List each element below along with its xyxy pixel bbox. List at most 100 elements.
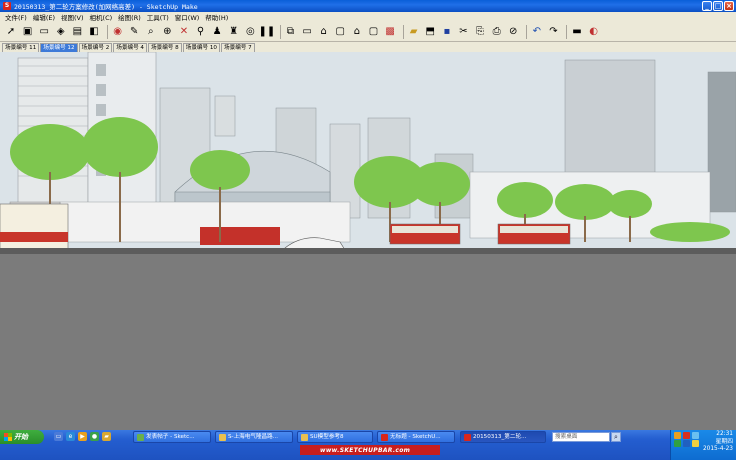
- menu-help[interactable]: 帮助(H): [202, 12, 231, 22]
- print-icon[interactable]: ▬: [570, 25, 584, 39]
- tab-scene-2[interactable]: 场景编号 2: [78, 43, 113, 52]
- watermark-text: www.SKETCHUPBAR.com: [320, 447, 411, 454]
- walk-icon[interactable]: ♜: [227, 25, 241, 39]
- maximize-button[interactable]: □: [713, 1, 723, 11]
- menu-window[interactable]: 窗口(W): [172, 12, 203, 22]
- network-icon[interactable]: [674, 432, 681, 439]
- save-icon[interactable]: ▪: [440, 25, 454, 39]
- rotate-icon[interactable]: ⌕: [144, 25, 158, 39]
- zoom-extents-icon[interactable]: ✕: [177, 25, 191, 39]
- clock-date: 2015-4-23: [702, 446, 733, 452]
- model-info-icon[interactable]: ◐: [587, 25, 601, 39]
- clock-time: 22:31: [716, 431, 733, 437]
- scene-tabs: 场景编号 11 场景编号 12 场景编号 2 场景编号 4 场景编号 8 场景编…: [0, 42, 736, 52]
- components-icon[interactable]: ⬒: [423, 25, 437, 39]
- left-view-icon[interactable]: ▢: [366, 25, 380, 39]
- windows-logo-icon: [4, 433, 12, 441]
- start-button[interactable]: 开始: [0, 430, 44, 444]
- tab-scene-12[interactable]: 场景编号 12: [40, 43, 78, 52]
- taskbar-item-active[interactable]: 20150313_第二轮...: [460, 431, 546, 443]
- tab-scene-4[interactable]: 场景编号 4: [113, 43, 147, 52]
- zoom-icon[interactable]: ⊕: [160, 25, 174, 39]
- paint-bucket-icon[interactable]: ◈: [54, 25, 68, 39]
- minimize-button[interactable]: _: [702, 1, 712, 11]
- start-label: 开始: [14, 433, 28, 441]
- redo-icon[interactable]: ↷: [546, 25, 560, 39]
- taskbar-item[interactable]: S-上海电气隆昌路...: [215, 431, 293, 443]
- toolbar-separator: [566, 24, 567, 39]
- system-tray: 22:31 星期四 2015-4-23: [670, 430, 736, 460]
- taskbar-item[interactable]: 无标题 - SketchU...: [377, 431, 455, 443]
- undo-icon[interactable]: ↶: [530, 25, 544, 39]
- desktop-search-input[interactable]: 搜索桌面: [552, 432, 610, 442]
- copy-icon[interactable]: ⎘: [473, 25, 487, 39]
- quick-launch: ▭ e ▶ ● ▰: [54, 432, 111, 441]
- toolbar-separator: [106, 24, 108, 39]
- sketchup-task-icon: [381, 433, 388, 441]
- eraser-icon[interactable]: ▭: [37, 25, 51, 39]
- show-desktop-icon[interactable]: ▭: [54, 432, 63, 441]
- menu-file[interactable]: 文件(F): [2, 12, 30, 22]
- menu-tools[interactable]: 工具(T): [144, 12, 172, 22]
- browser-task-icon: [137, 433, 144, 441]
- taskbar-item[interactable]: 发表帖子 - Sketc...: [133, 431, 211, 443]
- paste-icon[interactable]: ⎙: [490, 25, 504, 39]
- window-controls: _ □ ×: [702, 1, 734, 11]
- make-component-icon[interactable]: ▣: [21, 25, 35, 39]
- curb: [0, 248, 736, 254]
- tab-scene-7[interactable]: 场景编号 7: [221, 43, 255, 52]
- menu-edit[interactable]: 编辑(E): [30, 12, 58, 22]
- ie-icon[interactable]: e: [66, 432, 75, 441]
- search-icon[interactable]: ⌕: [611, 432, 621, 442]
- tab-scene-8[interactable]: 场景编号 8: [148, 43, 182, 52]
- toolbar-separator: [402, 24, 404, 39]
- clock[interactable]: 22:31 星期四 2015-4-23: [703, 431, 733, 454]
- push-pull-icon[interactable]: ◉: [111, 25, 125, 39]
- explorer-icon[interactable]: ▰: [102, 432, 111, 441]
- tab-scene-10[interactable]: 场景编号 10: [182, 43, 220, 52]
- cut-icon[interactable]: ✂: [456, 25, 470, 39]
- look-around-icon[interactable]: ◎: [243, 25, 257, 39]
- line-icon[interactable]: ▤: [70, 25, 84, 39]
- browser-icon[interactable]: ●: [90, 432, 99, 441]
- back-view-icon[interactable]: ⌂: [350, 25, 364, 39]
- arc-icon[interactable]: ◧: [87, 25, 101, 39]
- front-view-icon[interactable]: ⌂: [317, 25, 331, 39]
- folder-task-icon: [219, 433, 226, 441]
- model-viewport[interactable]: [0, 52, 736, 430]
- clock-weekday: 星期四: [715, 438, 733, 445]
- antivirus-icon[interactable]: [683, 440, 690, 447]
- toolbar-separator: [279, 24, 281, 39]
- title-bar[interactable]: S 20150313_第二轮方案修改(加网络高差) - SketchUp Mak…: [0, 0, 736, 12]
- top-view-icon[interactable]: ▭: [300, 25, 314, 39]
- menu-draw[interactable]: 绘图(R): [115, 12, 144, 22]
- window-title: 20150313_第二轮方案修改(加网络高差) - SketchUp Make: [14, 3, 198, 11]
- tape-measure-icon[interactable]: ⚲: [194, 25, 208, 39]
- sketchup-app-icon[interactable]: S: [3, 2, 11, 10]
- right-view-icon[interactable]: ▢: [333, 25, 347, 39]
- main-toolbar: ➚ ▣ ▭ ◈ ▤ ◧ ◉ ✎ ⌕ ⊕ ✕ ⚲ ♟ ♜ ◎ ❚❚ ⧉ ▭ ⌂ ▢…: [0, 22, 736, 42]
- delete-icon[interactable]: ⊘: [506, 25, 520, 39]
- input-method-icon[interactable]: [674, 440, 681, 447]
- media-player-icon[interactable]: ▶: [78, 432, 87, 441]
- menu-bar: 文件(F) 编辑(E) 视图(V) 相机(C) 绘图(R) 工具(T) 窗口(W…: [0, 12, 736, 22]
- taskbar-item[interactable]: SU模型参考8: [297, 431, 373, 443]
- ground-plane: [0, 254, 736, 430]
- move-icon[interactable]: ✎: [127, 25, 141, 39]
- position-camera-icon[interactable]: ♟: [210, 25, 224, 39]
- iso-view-icon[interactable]: ⧉: [284, 25, 298, 39]
- select-icon[interactable]: ➚: [4, 25, 18, 39]
- menu-camera[interactable]: 相机(C): [87, 12, 116, 22]
- shield-icon[interactable]: [683, 432, 690, 439]
- folder-task-icon: [301, 433, 308, 441]
- tab-scene-11[interactable]: 场景编号 11: [2, 43, 40, 52]
- get-models-icon[interactable]: ▩: [383, 25, 397, 39]
- menu-view[interactable]: 视图(V): [58, 12, 87, 22]
- update-icon[interactable]: [692, 440, 699, 447]
- tray-icons: [674, 432, 700, 447]
- footprints-icon[interactable]: ❚❚: [259, 25, 276, 39]
- street-scene: [0, 52, 736, 430]
- close-button[interactable]: ×: [724, 1, 734, 11]
- volume-icon[interactable]: [692, 432, 699, 439]
- open-folder-icon[interactable]: ▰: [407, 25, 421, 39]
